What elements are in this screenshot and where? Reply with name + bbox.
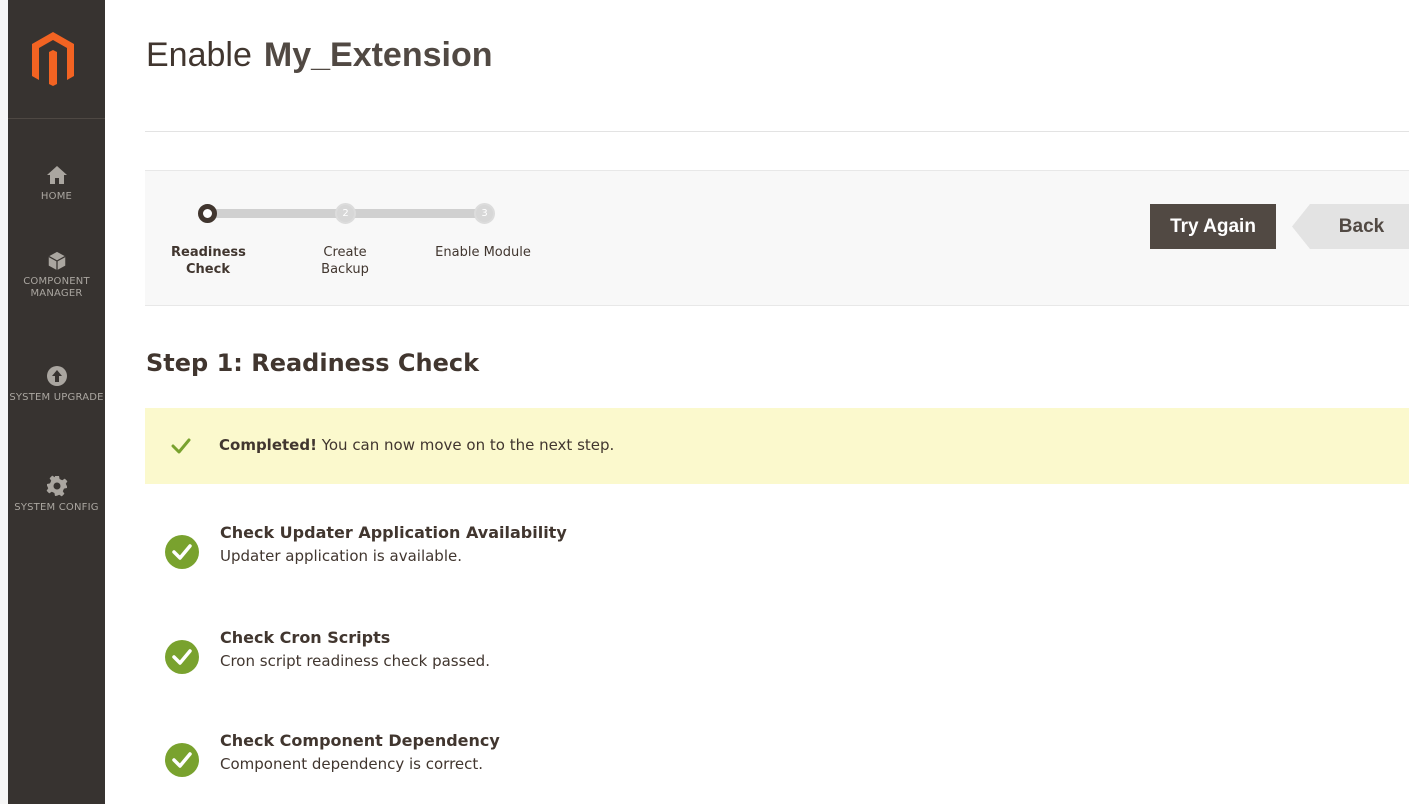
main-content: Enable My_Extension 2 3 Readiness Check C… — [105, 0, 1409, 804]
check-description: Cron script readiness check passed. — [220, 652, 490, 670]
sidebar-item-label: SYSTEM CONFIG — [14, 502, 99, 513]
check-item-updater: Check Updater Application Availability U… — [165, 523, 765, 583]
check-title: Check Updater Application Availability — [220, 523, 567, 542]
gear-icon — [46, 475, 67, 497]
step-heading: Step 1: Readiness Check — [146, 349, 480, 377]
admin-sidebar: HOME COMPONENT MANAGER SYSTEM UPGRADE SY… — [0, 0, 105, 804]
check-description: Updater application is available. — [220, 547, 462, 565]
step-marker-1 — [198, 204, 217, 223]
step-label-enable-module: Enable Module — [435, 245, 531, 260]
step-label-readiness-check: Readiness Check — [171, 245, 246, 277]
page-title: Enable My_Extension — [146, 36, 493, 75]
notice-text: You can now move on to the next step. — [316, 436, 615, 454]
sidebar-item-home[interactable]: HOME — [8, 163, 105, 203]
title-divider — [145, 131, 1409, 132]
sidebar-item-label: HOME — [40, 191, 73, 202]
step-marker-2: 2 — [335, 203, 356, 224]
back-button[interactable]: Back — [1292, 204, 1409, 249]
home-icon — [46, 166, 67, 184]
check-description: Component dependency is correct. — [220, 755, 484, 773]
success-check-icon — [165, 640, 199, 674]
sidebar-item-component-manager[interactable]: COMPONENT MANAGER — [8, 250, 105, 300]
step-marker-3: 3 — [474, 203, 495, 224]
check-item-dependency: Check Component Dependency Component dep… — [165, 731, 765, 791]
progress-track-2 — [355, 209, 480, 218]
sidebar-item-system-upgrade[interactable]: SYSTEM UPGRADE — [8, 364, 105, 404]
check-item-cron: Check Cron Scripts Cron script readiness… — [165, 628, 765, 688]
try-again-button[interactable]: Try Again — [1150, 204, 1276, 249]
page-title-action: Enable — [146, 36, 252, 74]
upgrade-arrow-icon — [46, 366, 67, 386]
notice-message: Completed! You can now move on to the ne… — [219, 436, 614, 454]
success-notice: Completed! You can now move on to the ne… — [145, 408, 1409, 484]
sidebar-divider — [8, 118, 105, 119]
sidebar-item-system-config[interactable]: SYSTEM CONFIG — [8, 474, 105, 514]
check-title: Check Component Dependency — [220, 731, 500, 750]
progress-track-1 — [216, 209, 336, 218]
cube-icon — [47, 251, 66, 271]
success-check-icon — [165, 535, 199, 569]
magento-logo-icon[interactable] — [30, 30, 76, 90]
check-title: Check Cron Scripts — [220, 628, 391, 647]
step-label-create-backup: Create Backup — [321, 245, 369, 277]
page-title-extension: My_Extension — [263, 36, 493, 74]
sidebar-item-label: COMPONENT MANAGER — [23, 276, 90, 299]
notice-strong: Completed! — [219, 436, 317, 454]
success-check-icon — [165, 743, 199, 777]
sidebar-item-label: SYSTEM UPGRADE — [9, 392, 104, 403]
checkmark-icon — [171, 438, 191, 454]
sidebar-edge — [0, 0, 8, 804]
